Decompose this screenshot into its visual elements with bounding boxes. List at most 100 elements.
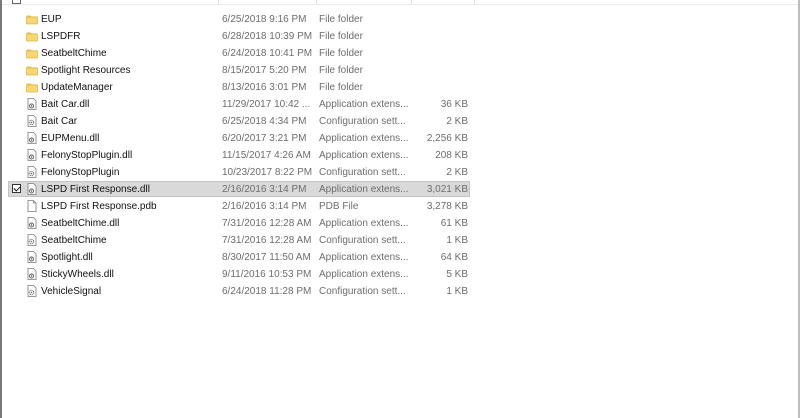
dll-file-icon — [26, 268, 38, 280]
file-size: 208 KB — [435, 150, 468, 161]
row-checkbox[interactable] — [12, 184, 21, 193]
dll-file-icon — [26, 217, 38, 229]
select-all-checkbox[interactable] — [12, 0, 21, 4]
file-size: 1 KB — [446, 235, 468, 246]
pdb-file-icon — [26, 200, 38, 212]
folder-icon — [26, 30, 38, 42]
file-row[interactable]: Spotlight.dll 8/30/2017 11:50 AM Applicati… — [0, 249, 800, 266]
file-type: Application extens... — [319, 150, 409, 161]
folder-icon — [26, 64, 38, 76]
file-date-modified: 7/31/2016 12:28 AM — [222, 235, 312, 246]
header-divider[interactable] — [218, 0, 219, 4]
file-name: LSPD First Response.pdb — [41, 201, 157, 212]
file-name: Spotlight Resources — [41, 65, 131, 76]
file-date-modified: 2/16/2016 3:14 PM — [222, 184, 307, 195]
file-name: LSPD First Response.dll — [41, 184, 150, 195]
file-row[interactable]: SeatbeltChime.dll 7/31/2016 12:28 AM Appli… — [0, 215, 800, 232]
folder-icon — [26, 81, 38, 93]
file-type: Configuration sett... — [319, 286, 406, 297]
dll-file-icon — [26, 132, 38, 144]
file-row[interactable]: LSPDFR 6/28/2018 10:39 PM File folder — [0, 28, 800, 45]
file-date-modified: 2/16/2016 3:14 PM — [222, 201, 307, 212]
header-divider[interactable] — [474, 0, 475, 4]
file-name: SeatbeltChime — [41, 48, 107, 59]
file-row[interactable]: Bait Car 6/25/2018 4:34 PM Configuration s… — [0, 113, 800, 130]
column-header[interactable] — [2, 0, 798, 5]
file-date-modified: 6/25/2018 9:16 PM — [222, 14, 307, 25]
file-row[interactable]: SeatbeltChime 6/24/2018 10:41 PM File fold… — [0, 45, 800, 62]
file-row[interactable]: Spotlight Resources 8/15/2017 5:20 PM File… — [0, 62, 800, 79]
file-date-modified: 10/23/2017 8:22 PM — [222, 167, 313, 178]
file-type: File folder — [319, 31, 363, 42]
file-row[interactable]: SeatbeltChime 7/31/2016 12:28 AM Configura… — [0, 232, 800, 249]
file-name: EUPMenu.dll — [41, 133, 100, 144]
header-divider[interactable] — [316, 0, 317, 4]
file-size: 2,256 KB — [426, 133, 468, 144]
file-size: 36 KB — [440, 99, 468, 110]
file-row[interactable]: LSPD First Response.dll 2/16/2016 3:14 PM… — [0, 181, 800, 198]
file-type: Configuration sett... — [319, 116, 406, 127]
file-name: StickyWheels.dll — [41, 269, 114, 280]
file-name: FelonyStopPlugin — [41, 167, 120, 178]
file-name: LSPDFR — [41, 31, 81, 42]
file-size: 5 KB — [446, 269, 468, 280]
folder-icon — [26, 47, 38, 59]
file-name: VehicleSignal — [41, 286, 102, 297]
file-date-modified: 8/30/2017 11:50 AM — [222, 252, 311, 263]
header-divider[interactable] — [411, 0, 412, 4]
file-date-modified: 11/29/2017 10:42 ... — [222, 99, 311, 110]
file-size: 64 KB — [440, 252, 468, 263]
file-type: File folder — [319, 65, 363, 76]
file-date-modified: 8/15/2017 5:20 PM — [222, 65, 307, 76]
file-row[interactable]: LSPD First Response.pdb 2/16/2016 3:14 PM… — [0, 198, 800, 215]
dll-file-icon — [26, 251, 38, 263]
file-type: Configuration sett... — [319, 167, 406, 178]
file-type: File folder — [319, 14, 363, 25]
file-name: FelonyStopPlugin.dll — [41, 150, 133, 161]
file-list: EUP 6/25/2018 9:16 PM File folder LSPDFR 6/2… — [0, 11, 800, 300]
file-type: Configuration sett... — [319, 235, 406, 246]
file-name: EUP — [41, 14, 62, 25]
file-size: 1 KB — [446, 286, 468, 297]
file-date-modified: 6/24/2018 11:28 PM — [222, 286, 312, 297]
file-date-modified: 6/24/2018 10:41 PM — [222, 48, 313, 59]
file-row[interactable]: Bait Car.dll 11/29/2017 10:42 ... Applicat… — [0, 96, 800, 113]
config-file-icon — [26, 166, 38, 178]
file-type: Application extens... — [319, 99, 409, 110]
config-file-icon — [26, 115, 38, 127]
folder-icon — [26, 13, 38, 25]
file-name: Spotlight.dll — [41, 252, 93, 263]
file-size: 2 KB — [446, 116, 468, 127]
file-date-modified: 8/13/2016 3:01 PM — [222, 82, 307, 93]
dll-file-icon — [26, 98, 38, 110]
dll-file-icon — [26, 149, 38, 161]
file-size: 61 KB — [440, 218, 468, 229]
file-name: SeatbeltChime — [41, 235, 107, 246]
file-type: PDB File — [319, 201, 359, 212]
file-date-modified: 11/15/2017 4:26 AM — [222, 150, 311, 161]
file-type: File folder — [319, 82, 363, 93]
file-type: Application extens... — [319, 218, 409, 229]
file-row[interactable]: EUPMenu.dll 6/20/2017 3:21 PM Application … — [0, 130, 800, 147]
file-row[interactable]: UpdateManager 8/13/2016 3:01 PM File folde… — [0, 79, 800, 96]
file-row[interactable]: FelonyStopPlugin 10/23/2017 8:22 PM Config… — [0, 164, 800, 181]
file-row[interactable]: VehicleSignal 6/24/2018 11:28 PM Configura… — [0, 283, 800, 300]
file-type: Application extens... — [319, 252, 409, 263]
file-date-modified: 9/11/2016 10:53 PM — [222, 269, 312, 280]
file-type: Application extens... — [319, 269, 409, 280]
file-name: Bait Car.dll — [41, 99, 90, 110]
dll-file-icon — [26, 183, 38, 195]
file-type: File folder — [319, 48, 363, 59]
file-row[interactable]: EUP 6/25/2018 9:16 PM File folder — [0, 11, 800, 28]
file-type: Application extens... — [319, 133, 409, 144]
config-file-icon — [26, 234, 38, 246]
file-date-modified: 6/20/2017 3:21 PM — [222, 133, 307, 144]
file-name: SeatbeltChime.dll — [41, 218, 120, 229]
file-size: 3,021 KB — [426, 184, 468, 195]
file-row[interactable]: FelonyStopPlugin.dll 11/15/2017 4:26 AM Ap… — [0, 147, 800, 164]
file-name: UpdateManager — [41, 82, 113, 93]
file-row[interactable]: StickyWheels.dll 9/11/2016 10:53 PM Applic… — [0, 266, 800, 283]
file-size: 2 KB — [446, 167, 468, 178]
file-name: Bait Car — [41, 116, 78, 127]
file-size: 3,278 KB — [426, 201, 468, 212]
